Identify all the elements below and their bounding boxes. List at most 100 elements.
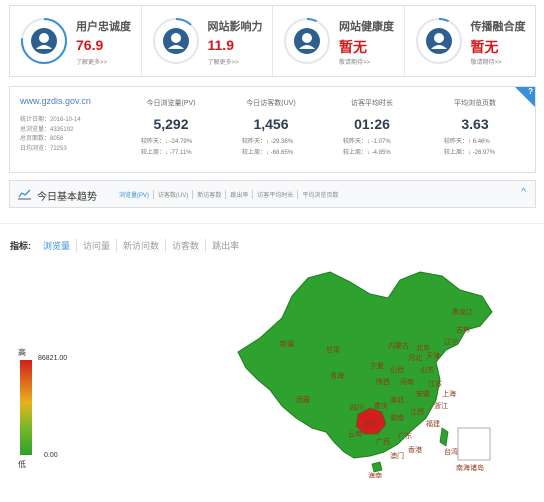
- trend-tab-bounce[interactable]: 跳出率: [225, 190, 252, 199]
- indicator-tab-new-visits[interactable]: 新访问数: [116, 239, 165, 252]
- cmp-yesterday-value: -24.79%: [169, 139, 193, 145]
- cmp-lastweek-label: 较上周：: [141, 150, 166, 156]
- kpi-health: 网站健康度 暂无 敬请期待>>: [273, 6, 405, 76]
- legend-min-value: 0.00: [44, 452, 58, 459]
- cmp-lastweek-label: 较上周：: [343, 150, 368, 156]
- label-qinghai: 青海: [330, 371, 344, 380]
- label-yunnan: 云南: [348, 429, 362, 438]
- indicator-tab-visits[interactable]: 访问量: [76, 239, 116, 252]
- legend-low-label: 低: [18, 460, 26, 469]
- cmp-yesterday-label: 较昨天：: [242, 139, 267, 145]
- cmp-yesterday-value: -1.07%: [371, 139, 391, 145]
- site-domain-link[interactable]: www.gzdis.gov.cn: [20, 96, 91, 106]
- cmp-lastweek-label: 较上周：: [242, 150, 267, 156]
- label-inner-mongolia: 内蒙古: [388, 341, 409, 350]
- label-anhui: 安徽: [416, 389, 430, 398]
- spread-icon: [415, 18, 462, 64]
- user-loyalty-icon: [21, 18, 67, 64]
- kpi-value: 76.9: [76, 37, 104, 53]
- label-guangxi: 广西: [376, 437, 390, 446]
- kpi-value: 11.9: [207, 37, 234, 53]
- site-meta: 统计日期：2016-10-14 总浏览量：4335192 总页面数：8058 日…: [20, 116, 81, 154]
- province-taiwan[interactable]: [439, 427, 449, 447]
- label-heilongjiang: 黑龙江: [452, 307, 473, 316]
- province-hainan[interactable]: [371, 461, 383, 473]
- site-meta-pages: 总页面数：8058: [20, 136, 64, 142]
- kpi-spread: 传播融合度 暂无 敬请期待>>: [405, 6, 536, 76]
- collapse-icon[interactable]: ^: [521, 187, 526, 198]
- trend-tab-avg-duration[interactable]: 访客平均时长: [252, 190, 297, 199]
- cmp-lastweek-label: 较上周：: [444, 150, 469, 156]
- metric-uv-compare: 较昨天：↓ -29.36% 较上周：↓ -68.65%: [242, 137, 293, 159]
- label-sichuan: 四川: [350, 404, 364, 412]
- metric-value: 01:26: [354, 116, 390, 132]
- label-gansu: 甘肃: [326, 345, 340, 354]
- label-south-china-sea: 南海诸岛: [456, 463, 484, 472]
- label-jilin: 吉林: [456, 325, 470, 334]
- kpi-more-link[interactable]: 了解更多>>: [208, 57, 239, 66]
- label-fujian: 福建: [426, 419, 440, 428]
- kpi-more-link[interactable]: 敬请期待>>: [471, 57, 502, 66]
- label-beijing: 北京: [416, 343, 430, 352]
- label-ningxia: 宁夏: [370, 361, 384, 370]
- kpi-title: 网站影响力: [207, 21, 263, 33]
- label-tianjin: 天津: [426, 352, 440, 360]
- kpi-value: 暂无: [470, 39, 499, 55]
- kpi-more-link[interactable]: 敬请期待>>: [339, 57, 370, 66]
- health-icon: [284, 18, 330, 64]
- label-taiwan: 台湾: [444, 447, 458, 456]
- label-tibet: 西藏: [296, 395, 310, 404]
- label-guangdong: 广东: [398, 431, 412, 440]
- metric-avg-duration: 访客平均时长 01:26: [323, 98, 421, 132]
- south-china-sea-inset[interactable]: 南海诸岛: [456, 427, 491, 472]
- label-hongkong: 香港: [408, 445, 422, 454]
- legend-gradient-bar[interactable]: [20, 360, 32, 455]
- label-shanghai: 上海: [442, 389, 456, 398]
- label-guizhou: 贵州: [364, 419, 378, 428]
- kpi-value: 暂无: [339, 39, 367, 55]
- site-meta-date: 统计日期：2016-10-14: [20, 117, 81, 123]
- help-icon[interactable]: ?: [528, 87, 533, 96]
- trend-tab-pv[interactable]: 浏览量(PV): [115, 190, 153, 199]
- label-xinjiang: 新疆: [280, 339, 294, 348]
- indicator-tab-bounce[interactable]: 跳出率: [205, 239, 245, 252]
- kpi-strip: 用户忠诚度 76.9 了解更多>> 网站影响力 11.9 了解更多>> 网站健康…: [9, 5, 536, 77]
- legend-max-value: 86821.00: [38, 355, 68, 362]
- kpi-more-link[interactable]: 了解更多>>: [76, 57, 107, 66]
- legend-high-label: 高: [18, 348, 26, 357]
- label-hainan: 海南: [368, 471, 382, 478]
- label-hunan: 湖南: [390, 413, 404, 422]
- indicator-label: 指标:: [10, 241, 31, 251]
- today-trend-bar: 今日基本趋势 浏览量(PV) 访客数(UV) 新访客数 跳出率 访客平均时长 平…: [9, 180, 536, 208]
- metric-avg-pages: 平均浏览页数 3.63: [426, 98, 524, 132]
- site-stats-panel: ? www.gzdis.gov.cn 统计日期：2016-10-14 总浏览量：…: [9, 86, 536, 173]
- metric-label: 今日访客数(UV): [246, 100, 296, 107]
- section-divider: [0, 223, 544, 224]
- indicator-tab-visitors[interactable]: 访客数: [165, 239, 205, 252]
- kpi-influence: 网站影响力 11.9 了解更多>>: [142, 6, 273, 76]
- metric-value: 5,292: [153, 116, 189, 132]
- indicator-tab-pageviews[interactable]: 浏览量: [37, 239, 76, 252]
- kpi-title: 网站健康度: [339, 21, 394, 33]
- cmp-yesterday-label: 较昨天：: [444, 139, 469, 145]
- cmp-lastweek-value: -4.85%: [371, 150, 391, 156]
- trend-tabs: 浏览量(PV) 访客数(UV) 新访客数 跳出率 访客平均时长 平均浏览页数: [115, 190, 342, 199]
- influence-icon: [152, 18, 199, 64]
- label-jiangsu: 江苏: [428, 379, 442, 388]
- kpi-user-loyalty: 用户忠诚度 76.9 了解更多>>: [10, 6, 142, 76]
- cmp-yesterday-value: -29.36%: [270, 139, 294, 145]
- label-shanxi: 山西: [390, 365, 404, 374]
- china-map[interactable]: 黑龙江 吉林 辽宁 内蒙古 新疆 甘肃 西藏 四川 贵州 云南 广西 广东 湖南…: [230, 268, 500, 478]
- trend-tab-new-visitors[interactable]: 新访客数: [192, 190, 225, 199]
- label-chongqing: 重庆: [374, 401, 388, 410]
- metric-label: 今日浏览量(PV): [146, 100, 196, 107]
- label-zhejiang: 浙江: [434, 401, 448, 410]
- cmp-yesterday-label: 较昨天：: [343, 139, 368, 145]
- metric-duration-compare: 较昨天：↓ -1.07% 较上周：↓ -4.85%: [343, 137, 391, 159]
- kpi-title: 传播融合度: [470, 21, 526, 33]
- map-legend: 高 86821.00 低 0.00: [14, 347, 74, 472]
- trend-tab-avg-pages[interactable]: 平均浏览页数: [297, 190, 342, 199]
- label-hebei: 河北: [408, 354, 422, 362]
- trend-tab-uv[interactable]: 访客数(UV): [153, 190, 192, 199]
- site-meta-total-pv: 总浏览量：4335192: [20, 126, 74, 133]
